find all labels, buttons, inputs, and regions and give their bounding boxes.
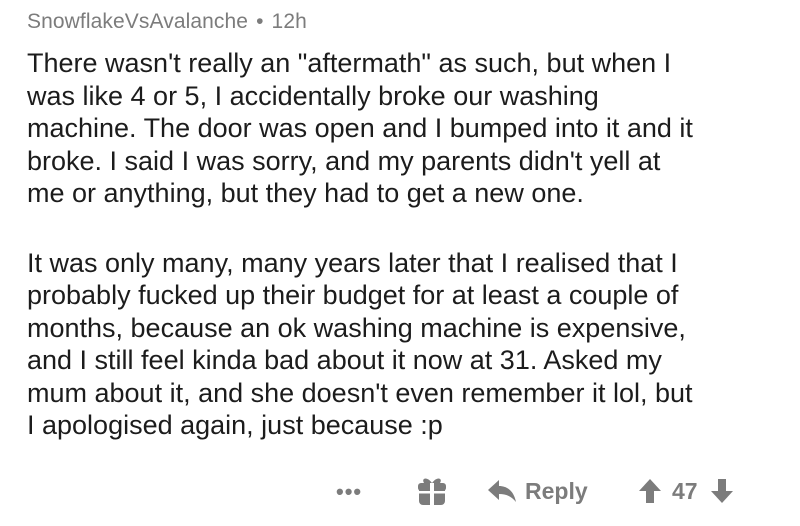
meta-separator: • <box>256 10 264 33</box>
comment-age: 12h <box>271 10 307 33</box>
comment-meta: SnowflakeVsAvalanche • 12h <box>27 10 307 34</box>
comment-actions: ••• Reply 47 <box>27 473 787 513</box>
upvote-arrow-icon[interactable] <box>638 478 662 504</box>
comment-paragraph-2: It was only many, many years later that … <box>27 247 693 441</box>
reply-label: Reply <box>525 477 588 504</box>
vote-controls: 47 <box>638 475 734 507</box>
reply-arrow-icon <box>488 480 516 502</box>
more-options-button[interactable]: ••• <box>336 479 362 505</box>
award-button[interactable] <box>416 475 448 507</box>
comment-paragraph-1: There wasn't really an "aftermath" as su… <box>27 48 693 208</box>
score-count: 47 <box>672 477 698 504</box>
reply-button[interactable]: Reply <box>487 475 588 507</box>
comment-body: There wasn't really an "aftermath" as su… <box>27 47 787 442</box>
downvote-arrow-icon[interactable] <box>710 478 734 504</box>
author-name[interactable]: SnowflakeVsAvalanche <box>27 10 248 33</box>
gift-icon <box>418 478 446 505</box>
